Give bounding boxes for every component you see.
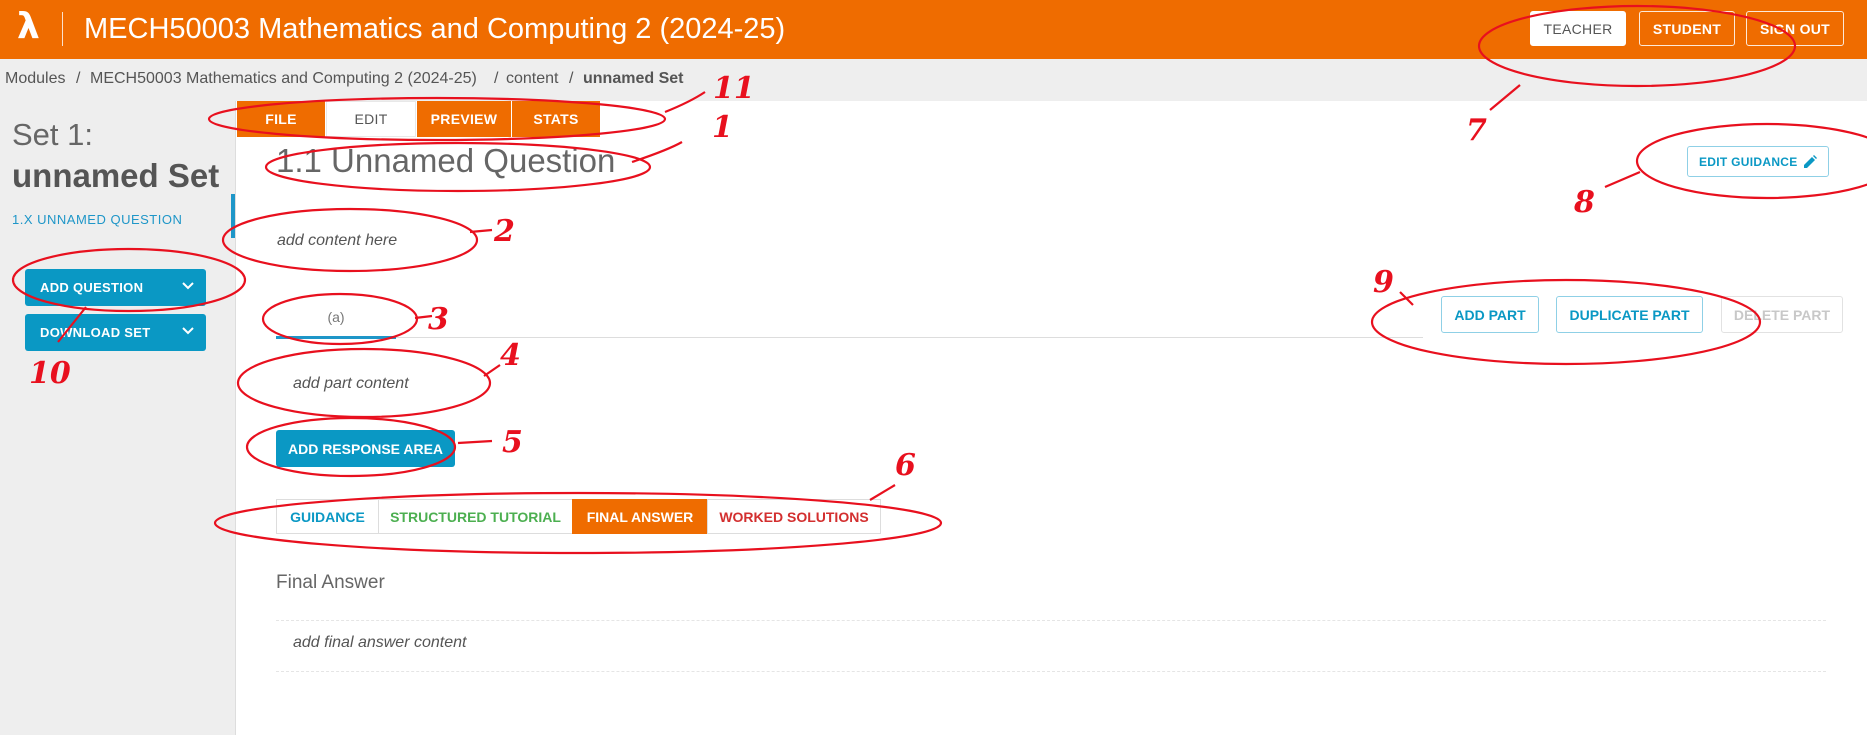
final-answer-editor[interactable]: add final answer content [293, 634, 466, 652]
add-response-area-button[interactable]: ADD RESPONSE AREA [276, 430, 455, 467]
breadcrumb-content[interactable]: content [506, 70, 558, 88]
annotation-stroke [1604, 170, 1641, 189]
annotation-stroke [1399, 291, 1414, 306]
annotation-label-4: 4 [500, 338, 521, 373]
breadcrumb-separator: / [569, 70, 574, 87]
annotation-label-7: 7 [1466, 113, 1487, 148]
sidebar-item-question[interactable]: 1.X UNNAMED QUESTION [12, 212, 182, 227]
breadcrumb-modules[interactable]: Modules [5, 70, 65, 88]
student-button[interactable]: STUDENT [1639, 11, 1735, 46]
add-question-label: ADD QUESTION [40, 280, 144, 295]
breadcrumb-separator: / [76, 70, 81, 87]
annotation-stroke [869, 484, 896, 501]
annotation-label-5: 5 [502, 425, 523, 460]
tab-worked-solutions[interactable]: WORKED SOLUTIONS [707, 499, 881, 534]
tab-preview[interactable]: PREVIEW [417, 101, 511, 137]
chevron-down-icon [182, 282, 194, 290]
set-name: unnamed Set [12, 157, 220, 194]
tab-final-answer[interactable]: FINAL ANSWER [572, 499, 708, 534]
edit-guidance-label: EDIT GUIDANCE [1699, 155, 1798, 169]
teacher-button[interactable]: TEACHER [1530, 11, 1626, 46]
download-set-label: DOWNLOAD SET [40, 325, 151, 340]
tab-stats[interactable]: STATS [512, 101, 600, 137]
annotation-label-1: 1 [712, 110, 733, 145]
part-tab-indicator [276, 336, 396, 339]
lambda-logo[interactable]: λ [17, 6, 40, 47]
page-title: MECH50003 Mathematics and Computing 2 (2… [84, 13, 786, 45]
question-title[interactable]: 1.1 Unnamed Question [276, 142, 615, 180]
annotation-stroke [414, 314, 433, 320]
duplicate-part-button[interactable]: DUPLICATE PART [1556, 296, 1703, 333]
annotation-stroke [469, 228, 493, 234]
annotation-stroke [483, 364, 501, 377]
edit-guidance-button[interactable]: EDIT GUIDANCE [1687, 146, 1829, 177]
annotation-stroke [631, 141, 683, 164]
annotation-label-8: 8 [1573, 185, 1595, 220]
sidebar: Set 1: unnamed Set 1.X UNNAMED QUESTION … [0, 101, 236, 735]
logo-divider [62, 12, 63, 46]
tab-structured-tutorial[interactable]: STRUCTURED TUTORIAL [378, 499, 573, 534]
question-content-editor[interactable]: add content here [277, 232, 397, 250]
add-question-button[interactable]: ADD QUESTION [25, 269, 206, 306]
active-indicator [231, 194, 235, 238]
final-answer-heading: Final Answer [276, 572, 385, 593]
final-answer-box [276, 620, 1826, 672]
pencil-icon [1804, 155, 1817, 168]
part-tabs-divider [276, 337, 1423, 338]
annotation-label-9: 9 [1373, 265, 1394, 300]
breadcrumb: Modules / MECH50003 Mathematics and Comp… [0, 59, 1867, 101]
part-content-editor[interactable]: add part content [293, 375, 409, 393]
download-set-button[interactable]: DOWNLOAD SET [25, 314, 206, 351]
annotation-label-6: 6 [895, 448, 916, 483]
chevron-down-icon [182, 327, 194, 335]
top-bar: λ MECH50003 Mathematics and Computing 2 … [0, 0, 1867, 59]
annotation-label-3: 3 [428, 302, 449, 337]
add-part-button[interactable]: ADD PART [1441, 296, 1539, 333]
delete-part-button[interactable]: DELETE PART [1721, 296, 1843, 333]
tab-edit[interactable]: EDIT [326, 101, 416, 137]
sign-out-button[interactable]: SIGN OUT [1746, 11, 1844, 46]
tab-guidance[interactable]: GUIDANCE [276, 499, 379, 534]
breadcrumb-separator: / [494, 70, 499, 87]
annotation-stroke [457, 439, 493, 445]
part-tab-a[interactable]: (a) [276, 301, 396, 339]
annotation-label-2: 2 [493, 214, 515, 249]
tab-file[interactable]: FILE [237, 101, 325, 137]
breadcrumb-current: unnamed Set [583, 70, 684, 87]
set-label: Set 1: [12, 117, 93, 152]
breadcrumb-module[interactable]: MECH50003 Mathematics and Computing 2 (2… [90, 70, 477, 88]
